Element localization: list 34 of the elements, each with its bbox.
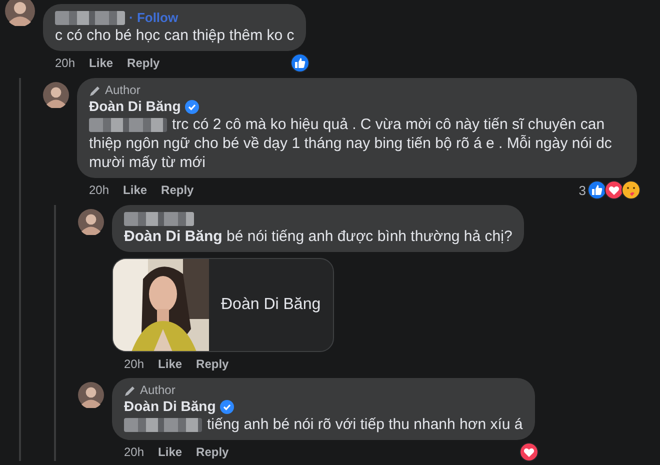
avatar[interactable] — [5, 0, 35, 26]
action-link[interactable]: Like — [158, 357, 182, 371]
avatar[interactable] — [78, 382, 104, 408]
timestamp: 20h — [55, 56, 76, 70]
avatar[interactable] — [43, 82, 69, 108]
timestamp: 20h — [124, 357, 144, 371]
hugging-face-icon[interactable] — [621, 180, 641, 200]
comment-text: c có cho bé học can thiệp thêm ko c — [55, 26, 294, 45]
action-link[interactable]: Reply — [196, 357, 229, 371]
preview-title: Đoàn Di Băng — [221, 296, 321, 314]
action-link[interactable]: Reply — [196, 445, 229, 459]
action-link[interactable]: Like — [89, 56, 114, 70]
like-icon[interactable] — [290, 53, 310, 73]
action-link[interactable]: Like — [158, 445, 182, 459]
redacted-name — [55, 10, 125, 24]
comment-text: trc có 2 cô mà ko hiệu quả . C vừa mời cô này tiến sĩ chuyên can thiệp ngôn ngữ cho bé về dạy 1 tháng nay bing tiến bộ rõ á e . Mỗi ngày nói dc mười mấy từ mới — [89, 115, 625, 172]
like-icon[interactable] — [587, 180, 607, 200]
author-label: Author — [105, 82, 140, 99]
timestamp: 20h — [124, 445, 144, 459]
author-name[interactable]: Đoàn Di Băng — [124, 397, 216, 416]
comment-text: tiếng anh bé nói rõ với tiếp thu nhanh hơn xíu á — [124, 415, 523, 434]
timestamp: 20h — [89, 183, 110, 197]
pencil-icon — [89, 84, 101, 96]
pencil-icon — [124, 384, 136, 396]
avatar[interactable] — [78, 209, 104, 235]
link-preview-card[interactable]: Đoàn Di Băng — [112, 258, 334, 352]
action-link[interactable]: Reply — [127, 56, 160, 70]
comment-text: Đoàn Di Băng bé nói tiếng anh được bình thường hả chị? — [124, 227, 512, 246]
action-link[interactable]: Like — [123, 183, 148, 197]
reaction-count: 3 — [578, 182, 586, 198]
action-link[interactable]: Reply — [161, 183, 194, 197]
redacted-name — [124, 212, 194, 226]
author-name[interactable]: Đoàn Di Băng — [89, 97, 181, 116]
author-label: Author — [140, 382, 176, 399]
